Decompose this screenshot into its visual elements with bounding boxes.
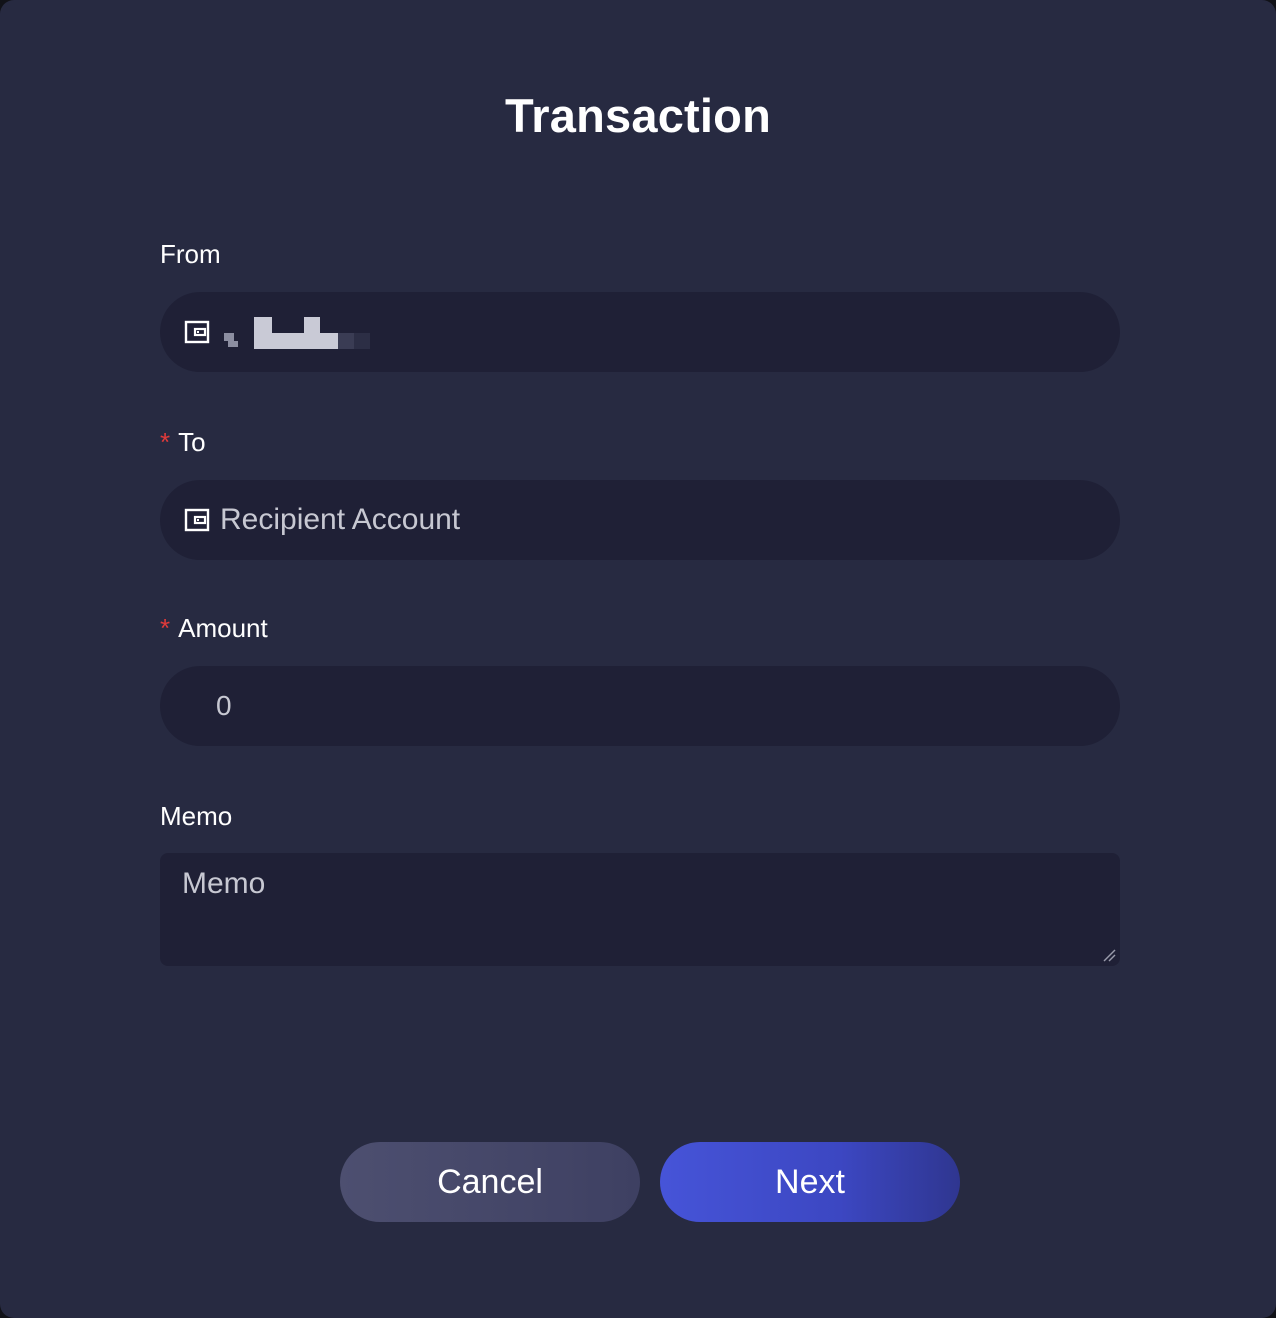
amount-label-text: Amount	[178, 613, 268, 643]
cancel-button[interactable]: Cancel	[340, 1142, 640, 1222]
amount-value: 0	[216, 690, 232, 721]
to-placeholder: Recipient Account	[220, 503, 461, 536]
resize-handle-icon[interactable]	[1102, 948, 1116, 962]
from-label: From	[160, 238, 221, 270]
dialog-title: Transaction	[504, 89, 771, 142]
memo-textarea[interactable]: Memo	[160, 853, 1120, 966]
memo-label: Memo	[160, 800, 232, 832]
next-button[interactable]: Next	[660, 1142, 960, 1222]
to-label: * To	[160, 426, 206, 458]
wallet-icon	[184, 508, 210, 532]
required-marker: *	[160, 427, 171, 457]
to-label-text: To	[178, 427, 206, 457]
memo-label-text: Memo	[160, 801, 233, 831]
to-field[interactable]: Recipient Account	[160, 480, 1120, 560]
from-field[interactable]	[160, 292, 1120, 372]
transaction-dialog: Transaction From * To Recipient Account …	[0, 0, 1276, 1318]
memo-placeholder: Memo	[182, 867, 266, 900]
amount-field[interactable]: 0	[160, 666, 1120, 746]
amount-label: * Amount	[160, 612, 268, 644]
wallet-icon	[184, 320, 210, 344]
required-marker: *	[160, 613, 171, 643]
from-label-text: From	[160, 239, 221, 269]
from-account-redacted	[220, 315, 390, 349]
